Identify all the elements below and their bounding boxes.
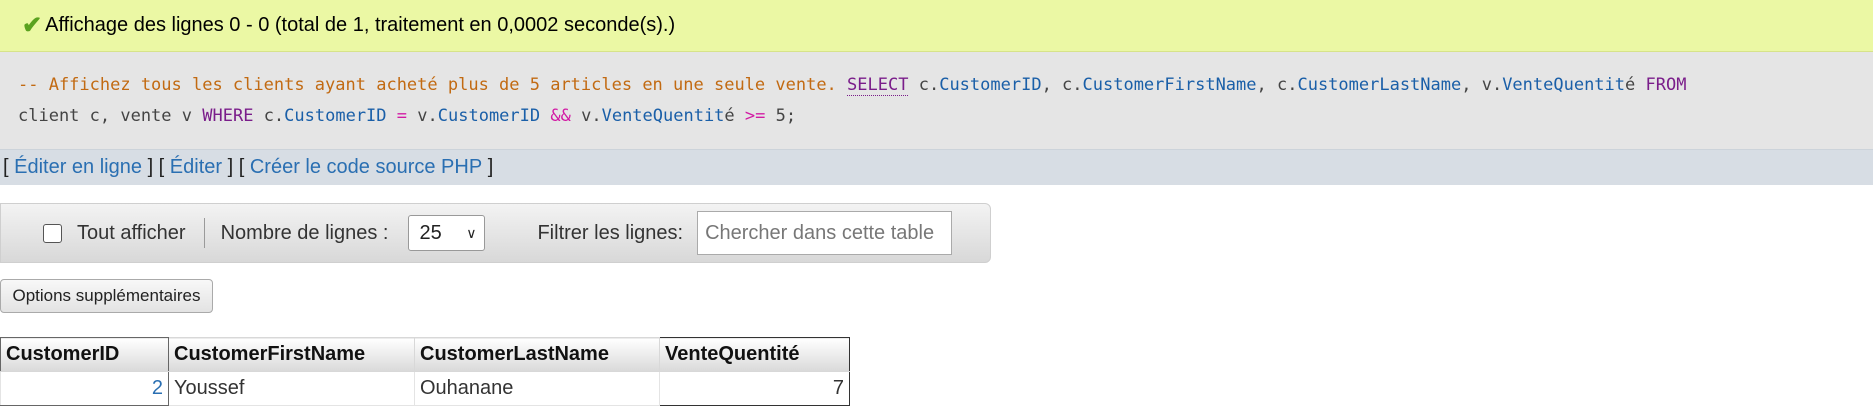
rows-count-value: 25 xyxy=(419,221,442,244)
chevron-down-icon: ∨ xyxy=(466,224,477,241)
sql-text: , c. xyxy=(1256,75,1298,95)
sql-column: CustomerID xyxy=(939,75,1042,95)
filter-rows-label: Filtrer les lignes: xyxy=(537,221,684,244)
rows-count-select[interactable]: 25 ∨ xyxy=(408,215,486,251)
filter-rows-input[interactable] xyxy=(697,211,953,255)
sql-text: é xyxy=(724,106,735,126)
bracket: ] [ xyxy=(227,156,245,178)
table-header-row: CustomerID CustomerFirstName CustomerLas… xyxy=(0,337,850,372)
bracket: ] [ xyxy=(147,156,165,178)
table-navigation-bar: Tout afficher Nombre de lignes : 25 ∨ Fi… xyxy=(0,203,991,263)
sql-text: ; xyxy=(785,106,797,126)
show-all-label: Tout afficher xyxy=(77,221,186,244)
sql-text: é xyxy=(1625,75,1636,95)
sql-text: , v. xyxy=(1461,75,1503,95)
check-icon: ✔ xyxy=(22,12,43,39)
bracket: ] xyxy=(487,156,494,178)
sql-column: VenteQuentit xyxy=(1502,75,1626,95)
sql-column: CustomerID xyxy=(284,106,387,126)
sql-operator: >= xyxy=(744,106,766,126)
column-header-customerlastname[interactable]: CustomerLastName xyxy=(414,337,660,372)
create-php-code-link[interactable]: Créer le code source PHP xyxy=(250,156,482,179)
sql-comment: -- Affichez tous les clients ayant achet… xyxy=(18,75,837,95)
success-message: Affichage des lignes 0 - 0 (total de 1, … xyxy=(45,14,676,36)
column-header-customerid[interactable]: CustomerID xyxy=(0,337,169,372)
customerid-link[interactable]: 2 xyxy=(152,377,163,399)
sql-number: 5 xyxy=(775,106,786,126)
sql-keyword: WHERE xyxy=(202,106,254,126)
rows-count-label: Nombre de lignes : xyxy=(220,221,389,244)
sql-query-box: -- Affichez tous les clients ayant achet… xyxy=(0,52,1873,149)
cell-customerfirstname[interactable]: Youssef xyxy=(168,371,415,406)
sql-text: v. xyxy=(417,106,438,126)
cell-ventequentite[interactable]: 7 xyxy=(659,371,850,406)
sql-keyword: FROM xyxy=(1645,75,1687,95)
bracket: [ xyxy=(3,156,9,178)
sql-text: v. xyxy=(581,106,602,126)
sql-text: c. xyxy=(263,106,285,126)
sql-operator: && xyxy=(550,106,571,126)
column-header-ventequentite[interactable]: VenteQuentité xyxy=(659,337,850,372)
divider xyxy=(203,218,205,248)
success-message-bar: ✔ Affichage des lignes 0 - 0 (total de 1… xyxy=(0,0,1873,52)
sql-column: VenteQuentit xyxy=(601,106,725,126)
sql-column: CustomerFirstName xyxy=(1082,75,1257,95)
table-row: 2 Youssef Ouhanane 7 xyxy=(0,371,850,406)
edit-link[interactable]: Éditer xyxy=(170,156,222,179)
show-all-checkbox[interactable] xyxy=(43,223,62,243)
sql-text: client c, vente v xyxy=(18,106,192,126)
sql-operator: = xyxy=(396,106,408,126)
sql-column: CustomerLastName xyxy=(1297,75,1462,95)
cell-customerid[interactable]: 2 xyxy=(0,371,169,406)
extra-options-button[interactable]: Options supplémentaires xyxy=(0,279,213,313)
query-actions-bar: [ Éditer en ligne ] [ Éditer ] [ Créer l… xyxy=(0,149,1873,185)
column-header-customerfirstname[interactable]: CustomerFirstName xyxy=(168,337,415,372)
sql-column: CustomerID xyxy=(437,106,541,126)
cell-customerlastname[interactable]: Ouhanane xyxy=(414,371,660,406)
results-table: CustomerID CustomerFirstName CustomerLas… xyxy=(0,337,850,406)
sql-text: c. xyxy=(918,75,940,95)
edit-inline-link[interactable]: Éditer en ligne xyxy=(14,156,142,179)
sql-text: , c. xyxy=(1041,75,1083,95)
sql-select-keyword[interactable]: SELECT xyxy=(847,75,909,96)
